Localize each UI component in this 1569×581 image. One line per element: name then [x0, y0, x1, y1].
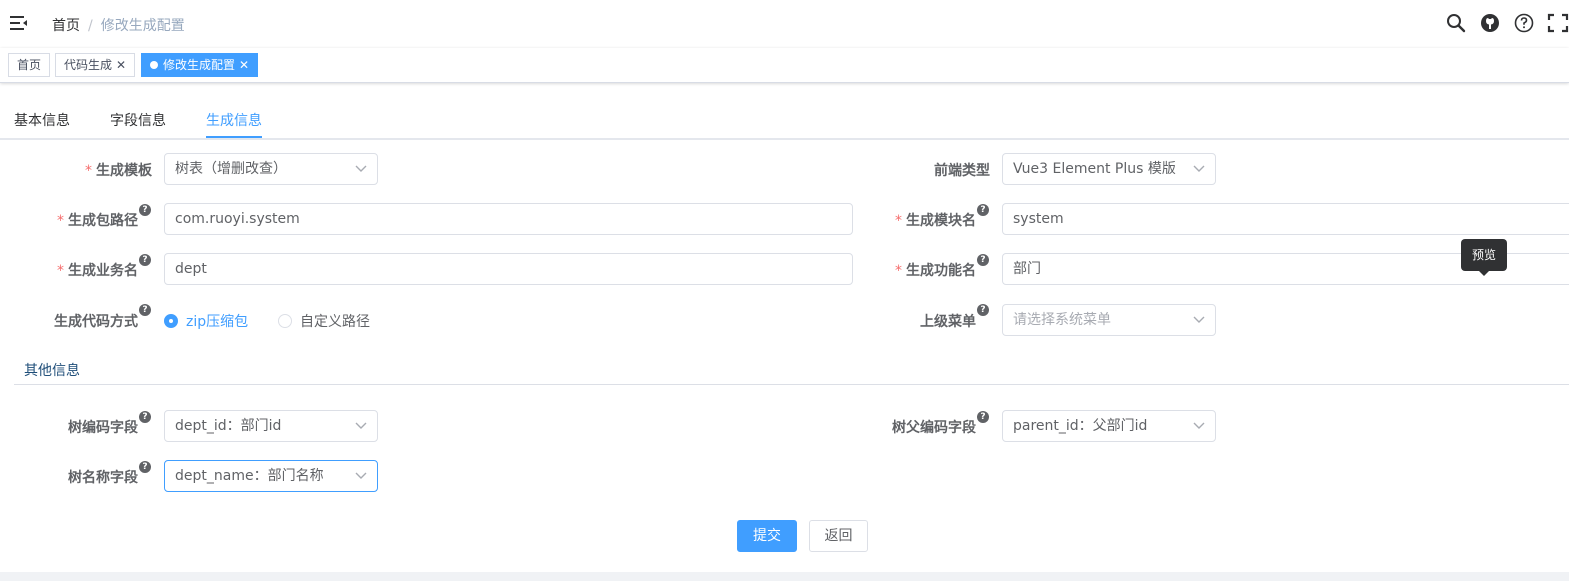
section-divider — [14, 384, 1569, 385]
gen-type-label: 生成代码方式 — [54, 314, 138, 330]
radio-custom-path[interactable]: 自定义路径 — [278, 311, 370, 331]
breadcrumb-current: 修改生成配置 — [100, 18, 185, 34]
close-icon[interactable]: ✕ — [116, 58, 126, 72]
tab-gen-info[interactable]: 生成信息 — [206, 110, 262, 130]
question-icon[interactable]: ? — [139, 204, 151, 216]
radio-zip[interactable]: zip压缩包 — [164, 311, 248, 331]
chevron-down-icon — [355, 422, 367, 429]
function-name-label: * 生成功能名 — [895, 263, 976, 279]
select-value: dept_name：部门名称 — [175, 468, 324, 484]
radio-circle — [164, 314, 178, 328]
tpl-category-select[interactable]: 树表（增删改查） — [164, 153, 378, 185]
tag-label: 修改生成配置 — [163, 58, 236, 72]
navbar: 首页 / 修改生成配置 — [0, 0, 1569, 48]
active-dot-icon — [150, 61, 158, 69]
chevron-down-icon — [355, 472, 367, 479]
hamburger-icon[interactable] — [10, 14, 28, 32]
tree-code-label: 树编码字段 — [68, 420, 138, 436]
tag-code-gen[interactable]: 代码生成 ✕ — [55, 53, 136, 77]
business-name-label: * 生成业务名 — [57, 263, 138, 279]
chevron-down-icon — [1193, 165, 1205, 172]
question-icon[interactable]: ? — [977, 254, 989, 266]
tag-edit-gen-config[interactable]: 修改生成配置 ✕ — [141, 53, 259, 77]
module-name-label: * 生成模块名 — [895, 213, 976, 229]
package-name-label: * 生成包路径 — [57, 213, 138, 229]
back-button[interactable]: 返回 — [809, 520, 868, 552]
select-value: dept_id：部门id — [175, 418, 282, 434]
preview-tooltip: 预览 — [1461, 239, 1508, 276]
select-value: 树表（增删改查） — [175, 161, 287, 177]
frontend-type-label: 前端类型 — [934, 163, 990, 179]
tag-home[interactable]: 首页 — [8, 53, 51, 77]
chevron-down-icon — [1193, 316, 1205, 323]
select-value: Vue3 Element Plus 模版 — [1013, 161, 1176, 177]
tab-active-indicator — [206, 136, 262, 138]
github-icon[interactable] — [1480, 13, 1502, 35]
question-icon[interactable]: ? — [977, 204, 989, 216]
question-icon[interactable]: ? — [139, 304, 151, 316]
tree-name-select[interactable]: dept_name：部门名称 — [164, 460, 378, 492]
chevron-down-icon — [355, 165, 367, 172]
tab-basic-info[interactable]: 基本信息 — [14, 110, 70, 130]
select-value: parent_id：父部门id — [1013, 418, 1148, 434]
question-icon[interactable]: ? — [139, 461, 151, 473]
tabs: 基本信息 字段信息 生成信息 — [0, 98, 1569, 140]
select-placeholder: 请选择系统菜单 — [1013, 312, 1111, 328]
tags-view: 首页 代码生成 ✕ 修改生成配置 ✕ — [0, 48, 1569, 83]
tag-label: 代码生成 — [64, 58, 113, 72]
page-bottom-border — [0, 572, 1569, 581]
parent-menu-label: 上级菜单 — [920, 314, 976, 330]
tpl-category-label: * 生成模板 — [85, 163, 152, 179]
question-icon[interactable]: ? — [139, 411, 151, 423]
tab-field-info[interactable]: 字段信息 — [110, 110, 166, 130]
other-info-title: 其他信息 — [24, 363, 80, 379]
close-icon[interactable]: ✕ — [239, 58, 249, 72]
package-name-input[interactable]: com.ruoyi.system — [164, 203, 853, 235]
question-icon[interactable]: ? — [977, 411, 989, 423]
tree-code-select[interactable]: dept_id：部门id — [164, 410, 378, 442]
question-icon[interactable]: ? — [139, 254, 151, 266]
frontend-type-select[interactable]: Vue3 Element Plus 模版 — [1002, 153, 1216, 185]
help-icon[interactable] — [1514, 13, 1536, 35]
tree-name-label: 树名称字段 — [68, 470, 138, 486]
module-name-input[interactable]: system — [1002, 203, 1569, 235]
tag-label: 首页 — [17, 58, 42, 72]
chevron-down-icon — [1193, 422, 1205, 429]
radio-circle — [278, 314, 292, 328]
breadcrumb-separator: / — [88, 18, 93, 34]
tree-parent-code-select[interactable]: parent_id：父部门id — [1002, 410, 1216, 442]
submit-button[interactable]: 提交 — [737, 520, 797, 552]
parent-menu-select[interactable]: 请选择系统菜单 — [1002, 304, 1216, 336]
breadcrumb: 首页 / 修改生成配置 — [52, 15, 185, 35]
tree-parent-code-label: 树父编码字段 — [892, 420, 976, 436]
search-icon[interactable] — [1446, 13, 1468, 35]
fullscreen-icon[interactable] — [1547, 13, 1569, 35]
breadcrumb-home[interactable]: 首页 — [52, 18, 80, 34]
question-icon[interactable]: ? — [977, 304, 989, 316]
business-name-input[interactable]: dept — [164, 253, 853, 285]
